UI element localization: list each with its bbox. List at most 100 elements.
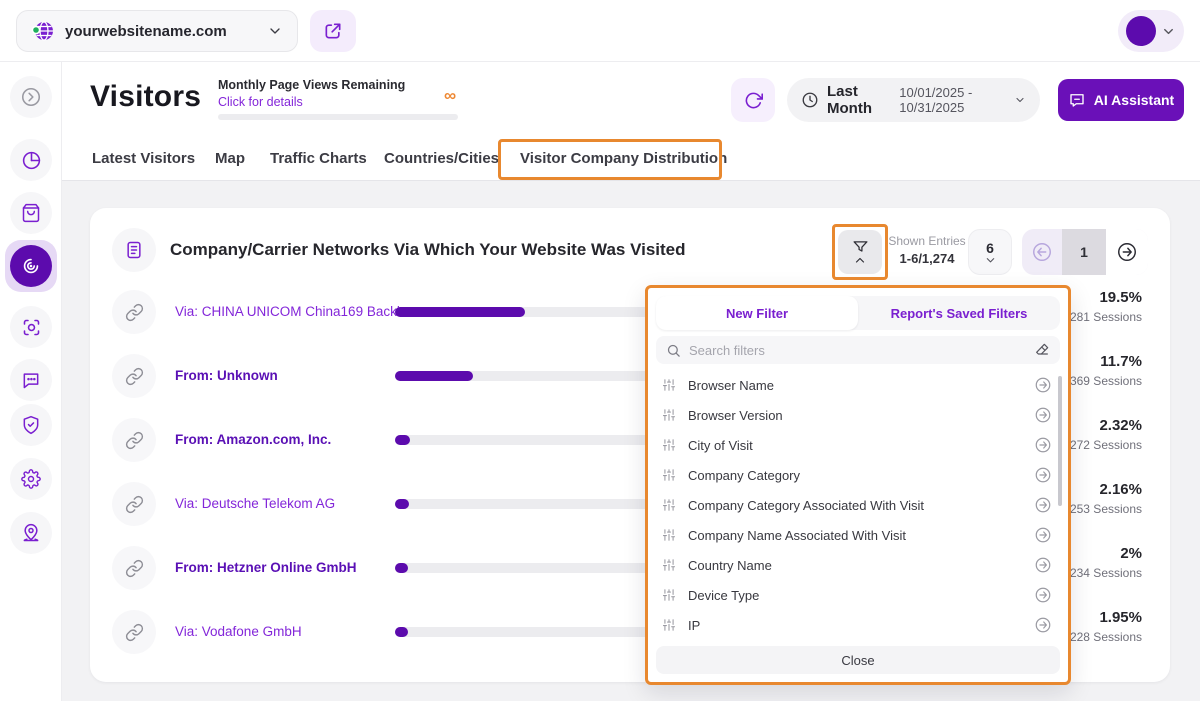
chevron-down-icon xyxy=(267,23,283,39)
ai-assistant-button[interactable]: AI Assistant xyxy=(1058,79,1184,121)
sliders-icon xyxy=(662,468,676,482)
report-doc-icon xyxy=(112,228,156,272)
popup-scrollbar[interactable] xyxy=(1058,376,1062,506)
sidebar-item-privacy[interactable] xyxy=(10,404,52,446)
next-page-button[interactable] xyxy=(1106,229,1148,275)
search-input[interactable] xyxy=(689,343,1026,358)
card-title: Company/Carrier Networks Via Which Your … xyxy=(170,228,686,272)
filter-item-city-of-visit[interactable]: City of Visit xyxy=(662,430,1052,460)
link-icon xyxy=(112,290,156,334)
sliders-icon xyxy=(662,618,676,632)
sidebar-item-dashboard[interactable] xyxy=(10,139,52,181)
sliders-icon xyxy=(662,528,676,542)
tab-latest-visitors[interactable]: Latest Visitors xyxy=(92,142,195,180)
page-title: Visitors xyxy=(90,80,201,114)
chat-bubble-icon xyxy=(21,370,41,390)
pagination: 1 xyxy=(1022,229,1148,275)
arrow-right-circle-icon[interactable] xyxy=(1034,406,1052,424)
refresh-button[interactable] xyxy=(731,78,775,122)
pie-chart-icon xyxy=(21,150,42,171)
tab-countries-cities[interactable]: Countries/Cities xyxy=(384,142,499,180)
settings-gear-icon xyxy=(21,469,41,489)
quota-label: Monthly Page Views Remaining xyxy=(218,78,405,92)
network-link[interactable]: Via: Vodafone GmbH xyxy=(175,600,302,664)
network-link[interactable]: Via: Deutsche Telekom AG xyxy=(175,472,335,536)
sidebar-item-ecommerce[interactable] xyxy=(10,192,52,234)
refresh-icon xyxy=(744,91,763,110)
arrow-right-circle-icon[interactable] xyxy=(1034,436,1052,454)
user-menu[interactable] xyxy=(1118,10,1184,52)
open-website-button[interactable] xyxy=(310,10,356,52)
sliders-icon xyxy=(662,438,676,452)
arrow-right-circle-icon[interactable] xyxy=(1034,586,1052,604)
clock-icon xyxy=(801,91,819,109)
link-icon xyxy=(112,354,156,398)
arrow-right-circle-icon[interactable] xyxy=(1034,616,1052,634)
date-range-picker[interactable]: Last Month 10/01/2025 - 10/31/2025 xyxy=(787,78,1040,122)
filter-item-company-category-associated[interactable]: Company Category Associated With Visit xyxy=(662,490,1052,520)
close-button[interactable]: Close xyxy=(656,646,1060,674)
period-range: 10/01/2025 - 10/31/2025 xyxy=(899,85,1006,115)
avatar xyxy=(1126,16,1156,46)
network-link[interactable]: From: Hetzner Online GmbH xyxy=(175,536,357,600)
sidebar-item-feedback[interactable] xyxy=(10,359,52,401)
arrow-right-circle-icon[interactable] xyxy=(1034,376,1052,394)
filter-search xyxy=(656,336,1060,364)
quota-details-link[interactable]: Click for details xyxy=(218,95,405,109)
arrow-left-circle-icon xyxy=(1031,241,1053,263)
filter-item-device-type[interactable]: Device Type xyxy=(662,580,1052,610)
radar-visitors-icon xyxy=(20,255,42,277)
sliders-icon xyxy=(662,588,676,602)
arrow-right-circle-icon[interactable] xyxy=(1034,466,1052,484)
page-size-value: 6 xyxy=(986,240,994,256)
current-page[interactable]: 1 xyxy=(1062,229,1106,275)
sidebar-item-locations[interactable] xyxy=(10,512,52,554)
sidebar-item-expand[interactable] xyxy=(10,76,52,118)
sidebar-item-tracking[interactable] xyxy=(10,306,52,348)
chevron-down-icon xyxy=(1014,94,1026,106)
filter-item-company-name-associated[interactable]: Company Name Associated With Visit xyxy=(662,520,1052,550)
filter-item-ip[interactable]: IP xyxy=(662,610,1052,640)
sliders-icon xyxy=(662,558,676,572)
tab-new-filter[interactable]: New Filter xyxy=(656,296,858,330)
funnel-filter-icon xyxy=(852,240,869,255)
scan-target-icon xyxy=(21,317,42,338)
arrow-right-circle-icon[interactable] xyxy=(1034,556,1052,574)
ai-assistant-label: AI Assistant xyxy=(1094,92,1174,108)
sidebar-item-settings[interactable] xyxy=(10,458,52,500)
page-size-select[interactable]: 6 xyxy=(968,229,1012,275)
quota-progress-bar xyxy=(218,114,458,120)
network-link[interactable]: From: Amazon.com, Inc. xyxy=(175,408,331,472)
filter-item-company-category[interactable]: Company Category xyxy=(662,460,1052,490)
tab-map[interactable]: Map xyxy=(215,142,245,180)
infinity-icon: ∞ xyxy=(444,86,456,106)
app-root: yourwebsitename.com xyxy=(0,0,1200,701)
tab-saved-filters[interactable]: Report's Saved Filters xyxy=(858,296,1060,330)
shown-entries-value: 1-6/1,274 xyxy=(884,251,970,266)
tab-visitor-company-distribution[interactable]: Visitor Company Distribution xyxy=(520,142,727,180)
filter-button[interactable] xyxy=(838,230,882,274)
report-tabs: Latest Visitors Map Traffic Charts Count… xyxy=(62,142,1200,181)
quota-block: Monthly Page Views Remaining Click for d… xyxy=(218,78,405,109)
arrow-right-circle-icon[interactable] xyxy=(1034,496,1052,514)
ai-chat-icon xyxy=(1068,91,1086,109)
network-link[interactable]: From: Unknown xyxy=(175,344,278,408)
shopping-bag-icon xyxy=(21,203,41,223)
link-icon xyxy=(112,482,156,526)
prev-page-button[interactable] xyxy=(1022,229,1062,275)
network-link[interactable]: Via: CHINA UNICOM China169 Backbone xyxy=(175,280,427,344)
tab-traffic-charts[interactable]: Traffic Charts xyxy=(270,142,367,180)
sliders-icon xyxy=(662,408,676,422)
website-name: yourwebsitename.com xyxy=(65,23,257,40)
arrow-right-circle-icon[interactable] xyxy=(1034,526,1052,544)
filter-item-browser-name[interactable]: Browser Name xyxy=(662,370,1052,400)
link-icon xyxy=(112,418,156,462)
filter-item-country-name[interactable]: Country Name xyxy=(662,550,1052,580)
sidebar-item-visitors[interactable] xyxy=(5,240,57,292)
filter-item-browser-version[interactable]: Browser Version xyxy=(662,400,1052,430)
external-link-icon xyxy=(323,21,343,41)
website-selector[interactable]: yourwebsitename.com xyxy=(16,10,298,52)
location-pin-icon xyxy=(21,523,41,543)
eraser-icon[interactable] xyxy=(1034,342,1050,358)
link-icon xyxy=(112,546,156,590)
